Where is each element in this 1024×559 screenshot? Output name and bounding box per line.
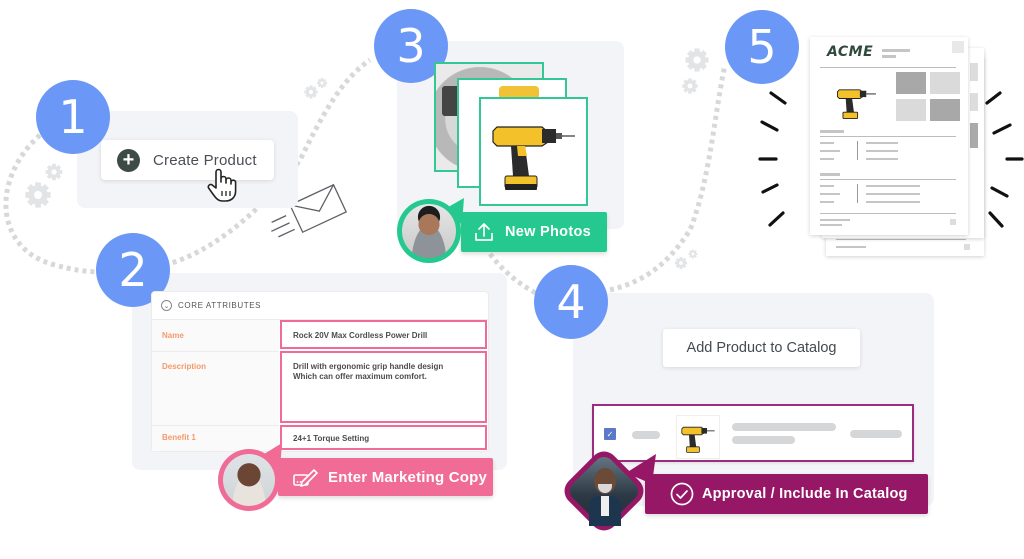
- row-divider: [152, 425, 279, 426]
- drill-icon: [681, 426, 715, 453]
- add-product-to-catalog-button[interactable]: Add Product to Catalog: [663, 329, 860, 367]
- drill-icon: [492, 126, 575, 190]
- step-1-badge: 1: [36, 80, 110, 154]
- placeholder-pill: [850, 430, 902, 438]
- core-attributes-title: CORE ATTRIBUTES: [178, 301, 262, 310]
- plus-circle-icon: +: [117, 148, 140, 172]
- catalog-sheet-front: ACME: [810, 37, 968, 235]
- approval-label: Approval / Include In Catalog: [702, 486, 908, 502]
- approval-include-in-catalog-callout[interactable]: Approval / Include In Catalog: [645, 474, 928, 514]
- upload-icon: [475, 223, 493, 241]
- new-photos-label: New Photos: [505, 224, 591, 240]
- create-product-label: Create Product: [153, 151, 257, 169]
- gear-icon: [302, 83, 320, 101]
- step-4-badge: 4: [534, 265, 608, 339]
- core-attributes-card: ⌄ CORE ATTRIBUTES Name Description Benef…: [152, 292, 488, 451]
- chevron-down-circle-icon: ⌄: [161, 300, 172, 311]
- gear-icon: [685, 48, 708, 71]
- row-checkbox[interactable]: ✓: [604, 428, 616, 440]
- create-product-button[interactable]: + Create Product: [101, 140, 274, 180]
- photographer-avatar: [397, 199, 461, 263]
- description-line-1: Drill with ergonomic grip handle design: [293, 362, 444, 371]
- core-attributes-header[interactable]: ⌄ CORE ATTRIBUTES: [152, 292, 488, 320]
- step-5-badge: 5: [725, 10, 799, 84]
- field-label-benefit-1: Benefit 1: [162, 433, 196, 442]
- gear-icon: [43, 161, 65, 183]
- hand-pointer-icon: [207, 168, 237, 202]
- enter-marketing-copy-callout[interactable]: Enter Marketing Copy: [278, 458, 493, 496]
- gear-icon: [687, 248, 699, 260]
- gear-icon: [680, 76, 700, 96]
- check-circle-icon: [670, 482, 694, 506]
- product-thumbnail: [676, 415, 720, 459]
- field-value-description[interactable]: Drill with ergonomic grip handle design …: [280, 351, 487, 423]
- enter-marketing-copy-label: Enter Marketing Copy: [328, 468, 488, 486]
- gear-icon: [315, 76, 329, 90]
- folded-corner: [952, 41, 964, 53]
- field-label-name: Name: [162, 331, 184, 340]
- drill-icon: [837, 89, 876, 120]
- acme-logo: ACME: [827, 44, 874, 60]
- field-value-benefit-1[interactable]: 24+1 Torque Setting: [280, 425, 487, 450]
- dotted-path-4-5: [609, 64, 728, 293]
- field-value-name[interactable]: Rock 20V Max Cordless Power Drill: [280, 320, 487, 349]
- placeholder-pill: [732, 436, 795, 444]
- gear-icon: [673, 255, 689, 271]
- placeholder-pill: [632, 431, 660, 439]
- edit-pen-icon: [293, 469, 318, 487]
- drill-photo[interactable]: [479, 97, 588, 206]
- gear-icon: [25, 182, 50, 207]
- new-photos-callout[interactable]: New Photos: [461, 212, 607, 252]
- row-divider: [152, 351, 279, 352]
- field-label-description: Description: [162, 362, 207, 371]
- marketer-avatar: [218, 449, 280, 511]
- placeholder-pill: [732, 423, 836, 431]
- description-line-2: Which can offer maximum comfort.: [293, 372, 427, 381]
